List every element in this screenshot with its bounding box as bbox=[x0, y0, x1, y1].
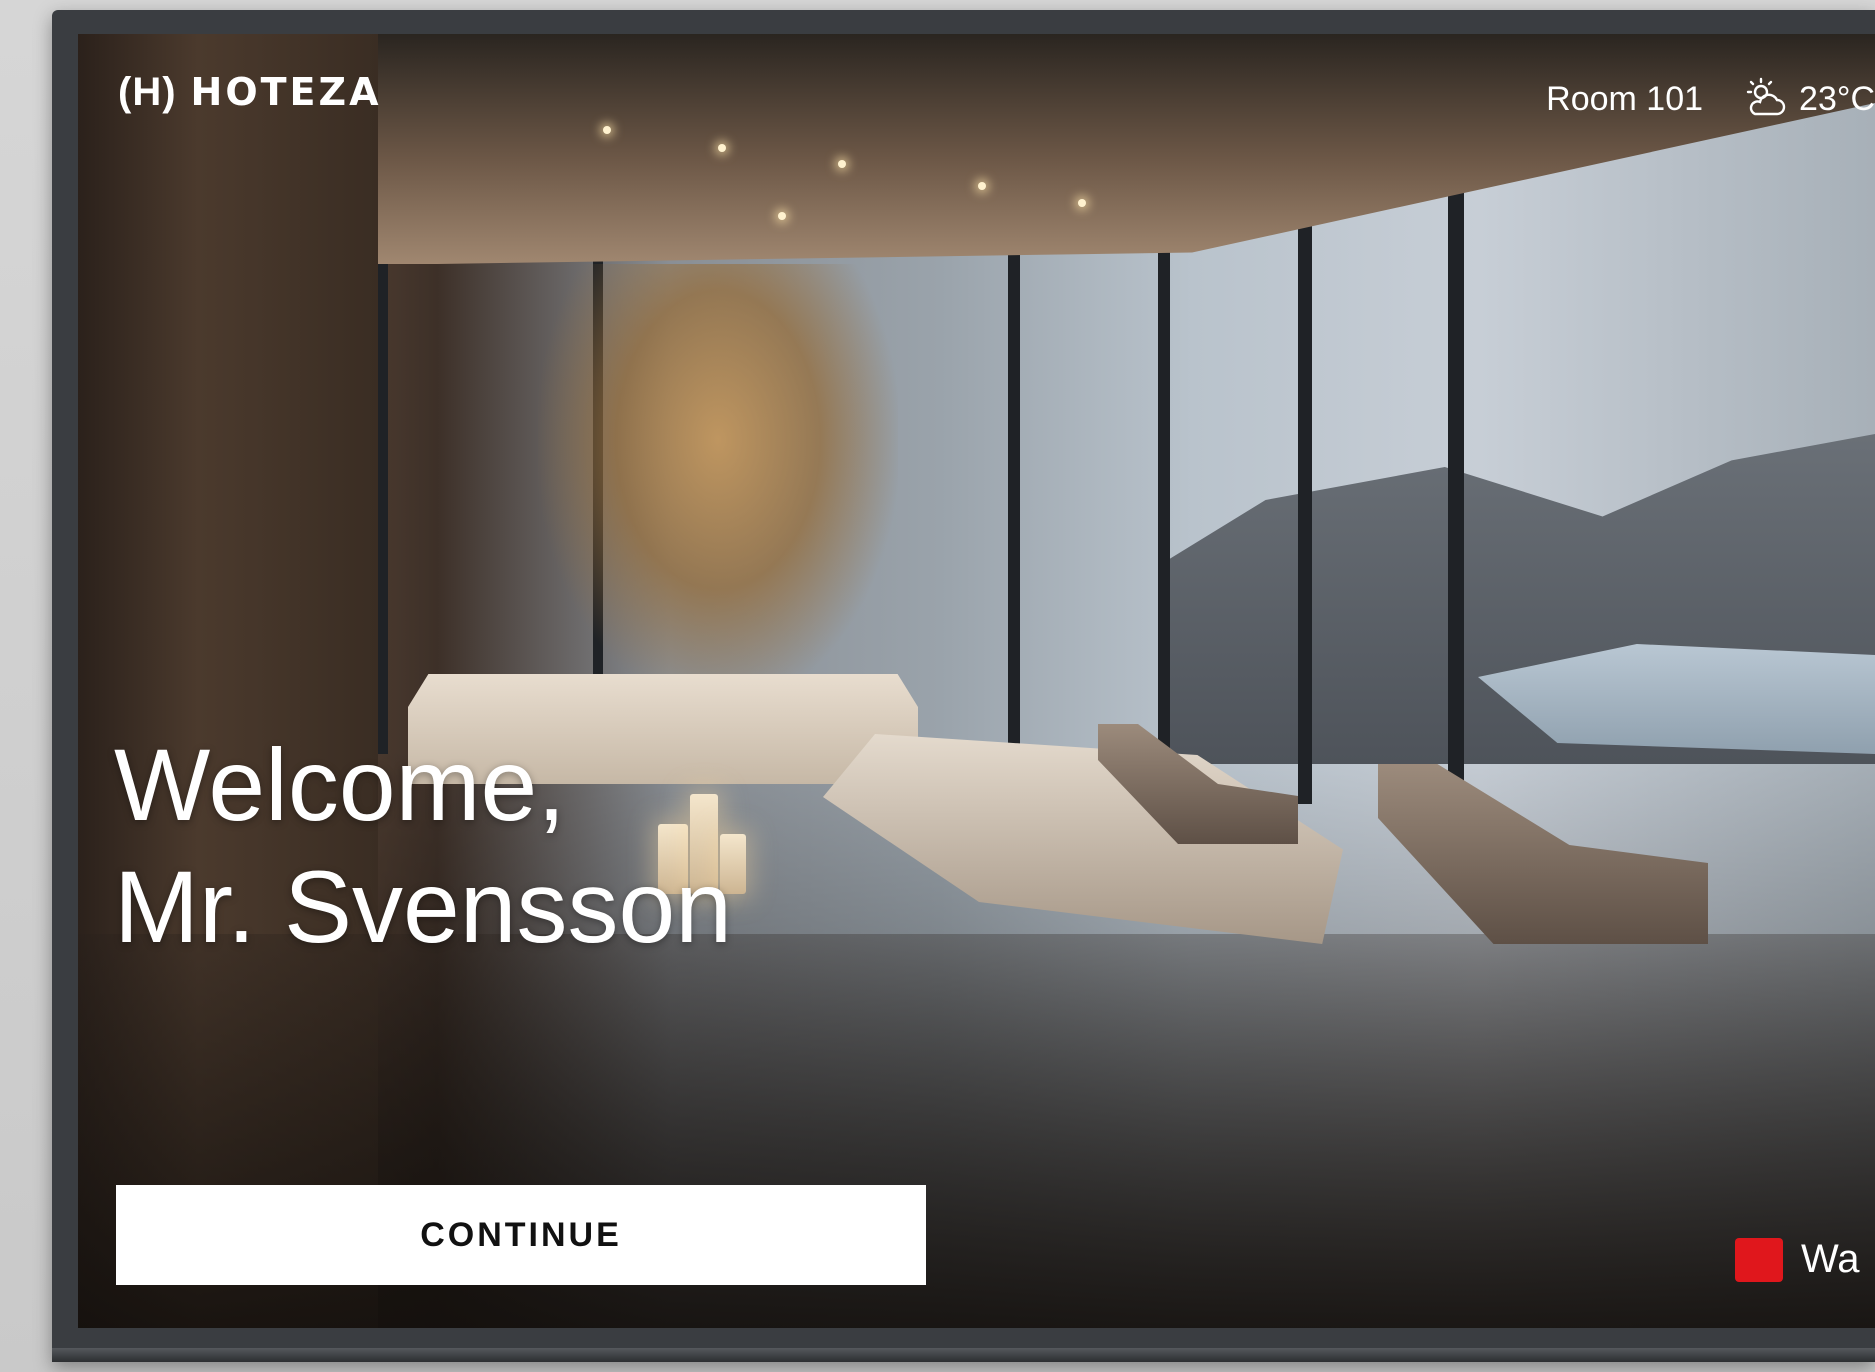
red-key-hint[interactable]: Wa bbox=[1735, 1237, 1875, 1282]
decorative-tree bbox=[538, 264, 898, 704]
room-number: Room 101 bbox=[1546, 79, 1704, 118]
tv-bottom-edge bbox=[52, 1348, 1875, 1362]
ceiling-light bbox=[978, 182, 986, 190]
status-bar: Room 101 23°C bbox=[1546, 76, 1875, 122]
ceiling-light bbox=[1078, 199, 1086, 207]
red-key-icon bbox=[1735, 1237, 1783, 1282]
ceiling-light bbox=[838, 160, 846, 168]
guest-name: Mr. Svensson bbox=[114, 850, 732, 964]
hoteza-logo: (H) HOTEZA bbox=[118, 72, 381, 112]
logo-mark: (H) bbox=[118, 70, 177, 114]
window-mullion bbox=[1448, 174, 1464, 814]
continue-button[interactable]: CONTINUE bbox=[116, 1185, 926, 1285]
window-mullion bbox=[1298, 204, 1312, 804]
weather-widget: 23°C bbox=[1743, 76, 1875, 122]
window-mullion bbox=[1158, 224, 1170, 784]
welcome-line-1: Welcome, bbox=[114, 728, 566, 842]
lounge-chair bbox=[1378, 764, 1708, 944]
temperature-label: 23°C bbox=[1799, 79, 1875, 118]
welcome-message: Welcome, Mr. Svensson bbox=[114, 724, 732, 968]
red-key-label: Wa bbox=[1801, 1237, 1860, 1281]
window-mullion bbox=[1008, 234, 1020, 754]
background-photo bbox=[78, 34, 1875, 1328]
partly-cloudy-icon bbox=[1746, 77, 1786, 116]
ceiling-light bbox=[718, 144, 726, 152]
tv-screen: (H) HOTEZA Room 101 23°C Welcome, Mr. Sv… bbox=[78, 34, 1875, 1328]
ceiling-light bbox=[778, 212, 786, 220]
logo-text: HOTEZA bbox=[190, 70, 382, 114]
ceiling-light bbox=[603, 126, 611, 134]
